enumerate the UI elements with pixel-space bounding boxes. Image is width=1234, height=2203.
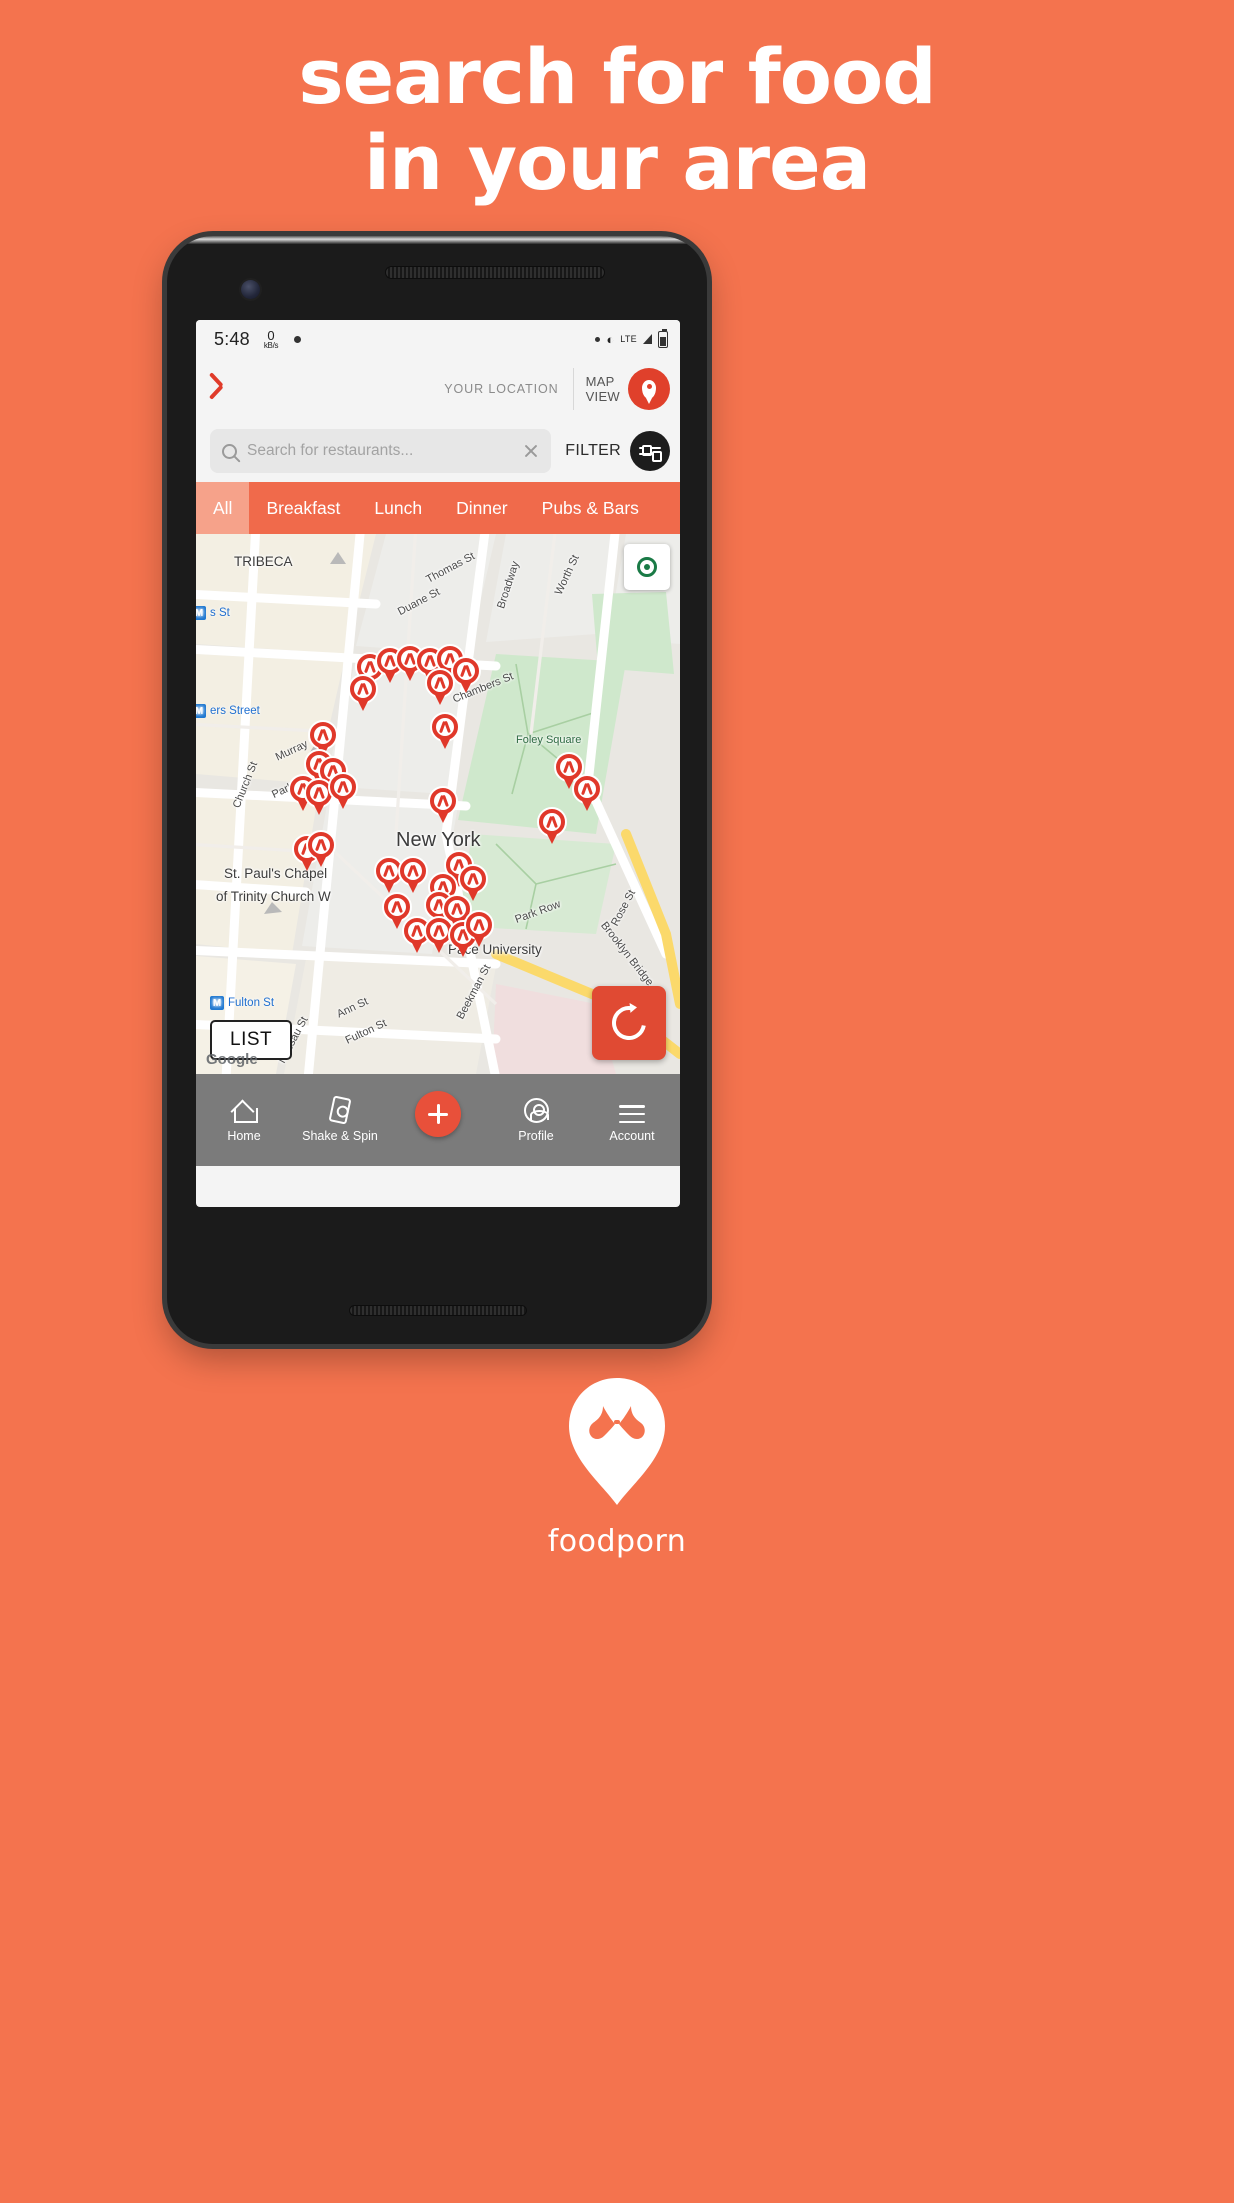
- restaurant-map-pin[interactable]: [398, 856, 428, 894]
- earpiece-speaker: [385, 266, 605, 279]
- front-camera-icon: [241, 280, 260, 299]
- transit-label: Ms St: [196, 606, 230, 620]
- crosshair-icon[interactable]: [624, 544, 670, 590]
- subway-icon: M: [196, 704, 206, 718]
- search-icon: [222, 443, 237, 459]
- restaurant-map-pin[interactable]: [537, 807, 567, 845]
- bottom-speaker: [349, 1305, 527, 1316]
- brand-logo: foodporn: [0, 1376, 1234, 1559]
- notification-dot-icon: [294, 335, 302, 343]
- transit-label-text: ers Street: [210, 705, 260, 717]
- location-label: YOUR LOCATION: [444, 382, 559, 396]
- signal-icon: [643, 334, 652, 344]
- nav-item-home[interactable]: Home: [196, 1097, 292, 1143]
- map-label: TRIBECA: [234, 554, 293, 569]
- network-rate-unit: kB/s: [263, 340, 279, 350]
- nav-item-add[interactable]: [388, 1091, 488, 1143]
- map-view-label: MAP VIEW: [586, 374, 620, 404]
- network-rate: 0 kB/s: [263, 327, 279, 350]
- transit-label: M Fulton St: [210, 996, 274, 1010]
- phone-screen: 5:48 0 kB/s ◐ LTE YOUR LOCATION MAP VIEW…: [196, 320, 680, 1207]
- restaurant-map-pin[interactable]: [428, 786, 458, 824]
- restaurant-map-pin[interactable]: [430, 712, 460, 750]
- restaurant-map-pin[interactable]: [425, 668, 455, 706]
- status-time: 5:48: [214, 328, 250, 349]
- status-bar: 5:48 0 kB/s ◐ LTE: [196, 320, 680, 358]
- search-placeholder: Search for restaurants...: [247, 442, 414, 459]
- category-tab-all[interactable]: All: [196, 482, 250, 534]
- filter-button[interactable]: FILTER: [551, 431, 680, 471]
- phone-top-gloss: [167, 236, 707, 244]
- headline-line-1: search for food: [298, 32, 936, 121]
- category-tab-dinner[interactable]: Dinner: [439, 482, 525, 534]
- nav-item-label: Shake & Spin: [302, 1129, 378, 1143]
- network-rate-value: 0: [267, 327, 275, 343]
- close-icon[interactable]: [523, 443, 539, 459]
- restaurant-map-pin[interactable]: [572, 774, 602, 812]
- category-tab-lunch[interactable]: Lunch: [357, 482, 439, 534]
- subway-icon: M: [196, 606, 206, 620]
- plus-icon[interactable]: [415, 1091, 461, 1137]
- shake-phone-icon: [328, 1095, 352, 1125]
- map-pin-icon[interactable]: [628, 368, 670, 410]
- chevron-left-icon[interactable]: [210, 372, 244, 406]
- filter-label: FILTER: [565, 442, 621, 459]
- nav-item-label: Profile: [518, 1129, 554, 1143]
- foodporn-pin-logo: [569, 1378, 665, 1505]
- category-tabs: All Breakfast Lunch Dinner Pubs & Bars: [196, 482, 680, 534]
- restaurant-map-pin[interactable]: [348, 674, 378, 712]
- subway-icon: M: [210, 996, 224, 1010]
- map-view-line-1: MAP: [585, 374, 615, 389]
- page-title: search for food in your area: [0, 34, 1234, 206]
- map-label: New York: [396, 829, 481, 851]
- nav-item-profile[interactable]: Profile: [488, 1097, 584, 1143]
- restaurant-map-pin[interactable]: [464, 910, 494, 948]
- brand-name: foodporn: [547, 1524, 687, 1559]
- wifi-icon: ◐: [606, 331, 615, 347]
- nav-item-account[interactable]: Account: [584, 1097, 680, 1143]
- map-view-toggle[interactable]: MAP VIEW: [574, 368, 680, 410]
- map-view[interactable]: TRIBECA Thomas St Duane St Broadway Worth St…: [196, 534, 680, 1074]
- person-icon: [523, 1097, 549, 1123]
- category-tab-breakfast[interactable]: Breakfast: [249, 482, 357, 534]
- app-header: YOUR LOCATION MAP VIEW: [196, 358, 680, 420]
- lte-label: LTE: [620, 334, 637, 344]
- headline-line-2: in your area: [363, 118, 871, 207]
- nav-item-label: Account: [609, 1129, 655, 1143]
- nav-item-label: Home: [227, 1129, 261, 1143]
- battery-icon: [658, 328, 668, 348]
- map-label: of Trinity Church W: [216, 889, 331, 904]
- nav-item-shake-spin[interactable]: Shake & Spin: [292, 1095, 388, 1143]
- status-icons: ◐ LTE: [595, 328, 668, 348]
- status-dot-icon: [595, 336, 601, 342]
- bottom-navigation: Home Shake & Spin Profile Account: [196, 1074, 680, 1166]
- transit-label-text: s St: [210, 607, 230, 619]
- transit-label: Mers Street: [196, 704, 260, 718]
- home-icon: [232, 1097, 258, 1123]
- phone-mockup: 5:48 0 kB/s ◐ LTE YOUR LOCATION MAP VIEW…: [167, 236, 707, 1344]
- refresh-search-icon[interactable]: [592, 986, 666, 1060]
- search-input[interactable]: Search for restaurants...: [210, 429, 552, 473]
- restaurant-map-pin[interactable]: [328, 772, 358, 810]
- map-label: Foley Square: [516, 734, 582, 746]
- category-tab-pubs-bars[interactable]: Pubs & Bars: [525, 482, 656, 534]
- transit-label-text: Fulton St: [228, 997, 275, 1009]
- restaurant-map-pin[interactable]: [451, 656, 481, 694]
- sliders-icon: [630, 431, 670, 471]
- map-view-line-2: VIEW: [585, 389, 620, 404]
- search-row: Search for restaurants... FILTER: [196, 420, 680, 482]
- restaurant-map-pin[interactable]: [306, 830, 336, 868]
- google-watermark: Google: [206, 1051, 258, 1068]
- menu-icon: [619, 1097, 645, 1123]
